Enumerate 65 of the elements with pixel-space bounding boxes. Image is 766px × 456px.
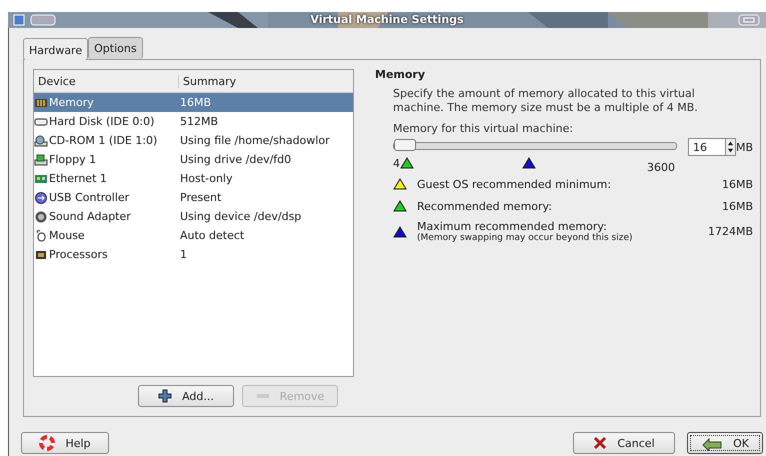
- lifebuoy-icon: [39, 435, 56, 451]
- device-name: Memory: [49, 96, 94, 109]
- device-row[interactable]: Processors 1: [34, 245, 353, 264]
- help-button[interactable]: Help: [21, 432, 109, 454]
- tab[interactable]: Options: [88, 37, 143, 59]
- slider-max-label: 3600: [647, 161, 675, 174]
- device-row[interactable]: Hard Disk (IDE 0:0) 512MB: [34, 112, 353, 131]
- memory-slider[interactable]: [393, 142, 677, 150]
- window-menu-icon[interactable]: [12, 14, 26, 26]
- device-summary: 16MB: [180, 96, 212, 109]
- speaker-icon: [34, 210, 48, 222]
- shade-icon[interactable]: [30, 14, 56, 26]
- network-card-icon: [34, 172, 48, 184]
- window-title: Virtual Machine Settings: [310, 13, 464, 26]
- legend-value: 1724MB: [708, 225, 753, 238]
- device-summary: Using file /home/shadowlor: [180, 134, 330, 147]
- device-summary: Host-only: [180, 172, 232, 185]
- slider-min-label: 4: [393, 157, 400, 170]
- device-summary: 1: [180, 248, 187, 261]
- device-summary: Using device /dev/dsp: [180, 210, 302, 223]
- unit-label: MB: [736, 140, 754, 154]
- floppy-drive-icon: [34, 154, 48, 166]
- device-row[interactable]: Sound Adapter Using device /dev/dsp: [34, 207, 353, 226]
- device-name: Processors: [49, 248, 108, 261]
- device-name: Hard Disk (IDE 0:0): [49, 115, 154, 128]
- slider-label: Memory for this virtual machine:: [393, 122, 574, 135]
- slider-thumb[interactable]: [394, 139, 416, 151]
- legend-label: Recommended memory:: [417, 200, 553, 212]
- device-name: USB Controller: [49, 191, 130, 204]
- memory-input[interactable]: 16: [688, 138, 726, 156]
- device-name: Floppy 1: [49, 153, 96, 166]
- device-summary: 512MB: [180, 115, 218, 128]
- cd-drive-icon: [34, 134, 48, 146]
- device-name: CD-ROM 1 (IDE 1:0): [49, 134, 158, 147]
- device-summary: Present: [180, 191, 222, 204]
- tab[interactable]: Hardware: [23, 38, 88, 60]
- plus-icon: [158, 389, 172, 403]
- device-name: Mouse: [49, 229, 85, 242]
- device-summary: Auto detect: [180, 229, 244, 242]
- device-summary: Using drive /dev/fd0: [180, 153, 292, 166]
- device-row[interactable]: CD-ROM 1 (IDE 1:0) Using file /home/shadowlor: [34, 131, 353, 150]
- cancel-button[interactable]: Cancel: [573, 432, 675, 454]
- spin-arrows-icon[interactable]: [726, 138, 736, 156]
- processor-icon: [34, 248, 48, 260]
- device-row[interactable]: Floppy 1 Using drive /dev/fd0: [34, 150, 353, 169]
- column-header[interactable]: Device: [34, 74, 179, 88]
- device-row[interactable]: Mouse Auto detect: [34, 226, 353, 245]
- column-header[interactable]: Summary: [179, 74, 236, 88]
- device-row[interactable]: Ethernet 1 Host-only: [34, 169, 353, 188]
- device-row[interactable]: USB Controller Present: [34, 188, 353, 207]
- section-heading: Memory: [375, 68, 426, 81]
- memory-icon: [34, 96, 48, 108]
- cross-icon: [593, 436, 608, 450]
- legend-note: (Memory swapping may occur beyond this size): [417, 233, 634, 243]
- description: Specify the amount of memory allocated to this virtual machine. The memory size must be a multiple of 4 MB.: [393, 87, 699, 115]
- legend-value: 16MB: [722, 178, 753, 190]
- device-name: Sound Adapter: [49, 210, 131, 223]
- legend-value: 16MB: [722, 200, 753, 212]
- ok-button[interactable]: OK: [687, 432, 763, 454]
- minimize-icon[interactable]: [738, 14, 760, 26]
- add-button[interactable]: Add...: [138, 385, 234, 407]
- device-name: Ethernet 1: [49, 172, 107, 185]
- legend-label: Maximum recommended memory:: [417, 220, 608, 233]
- legend-label: Guest OS recommended minimum:: [417, 178, 612, 190]
- device-row[interactable]: Memory 16MB: [34, 93, 353, 112]
